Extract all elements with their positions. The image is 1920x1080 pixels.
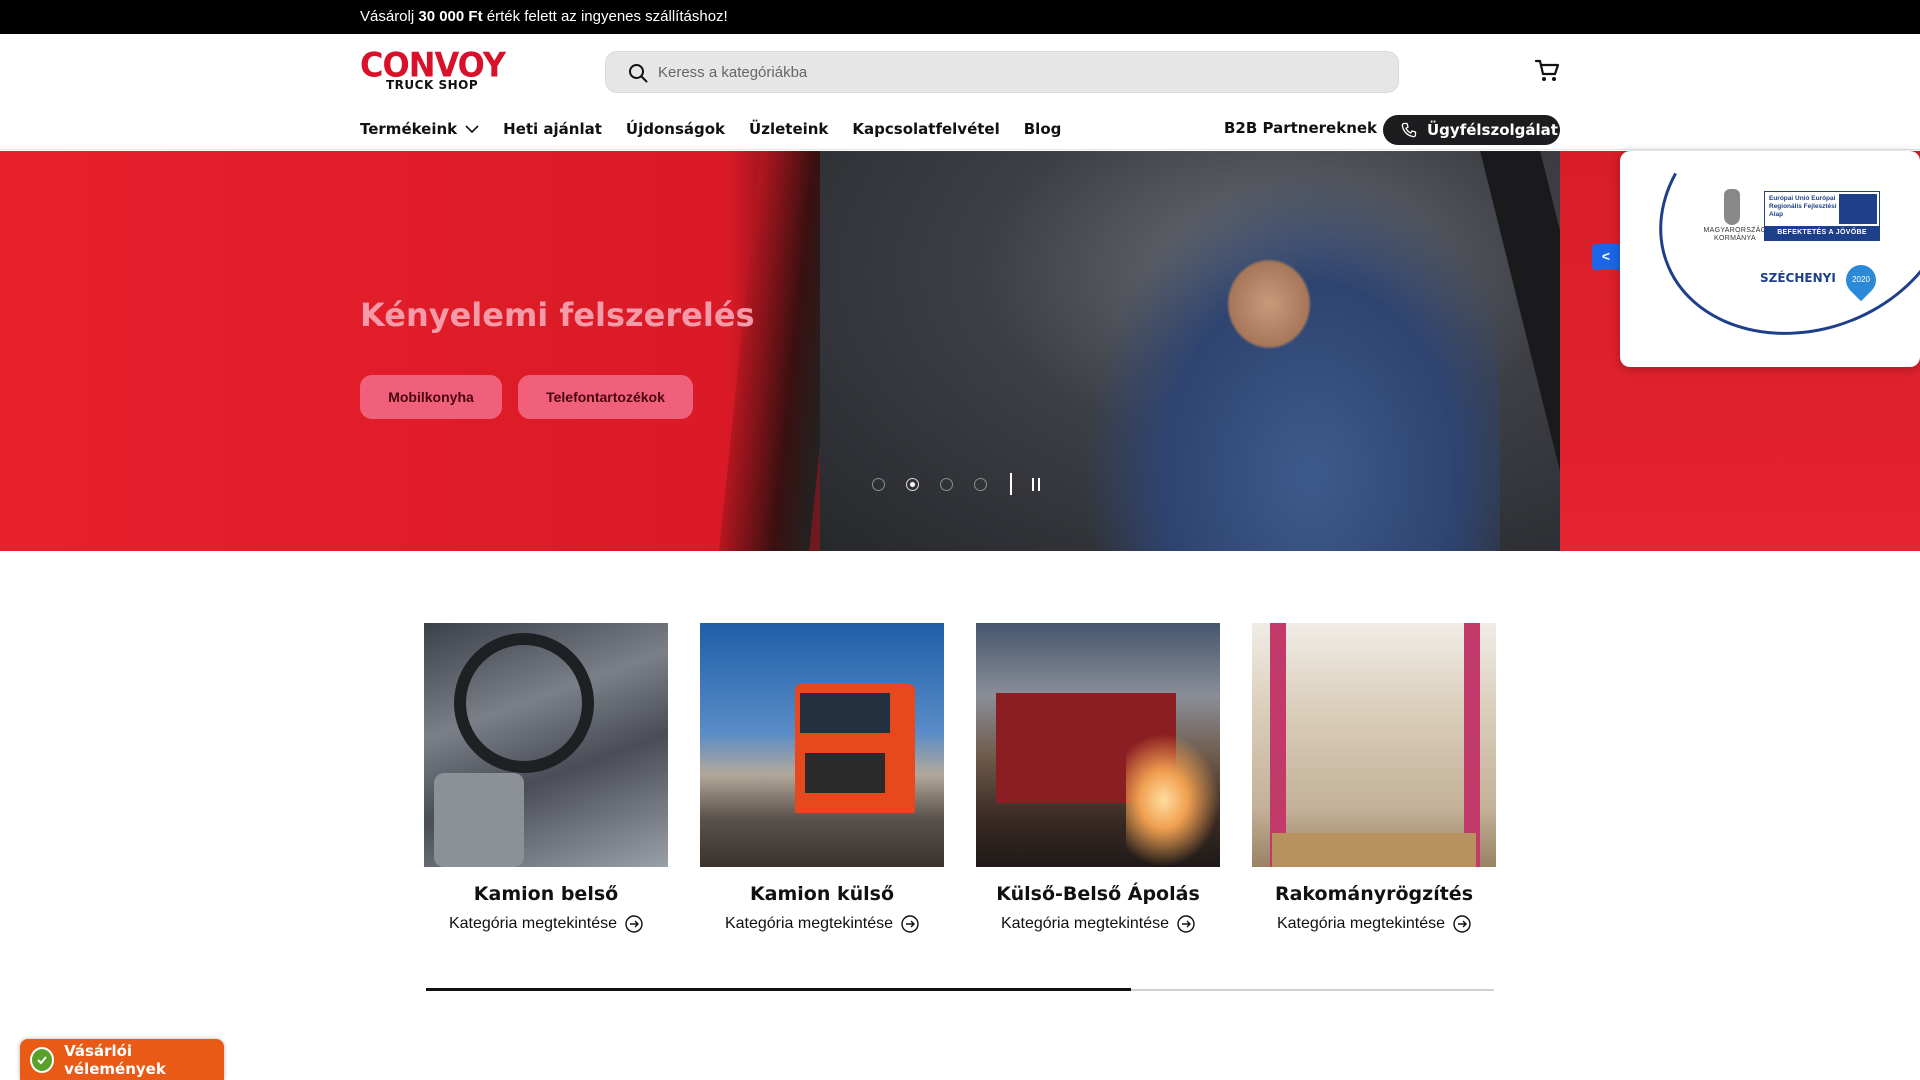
category-link[interactable]: Kategória megtekintése	[424, 915, 668, 933]
nav-item-new-arrivals[interactable]: Újdonságok	[626, 120, 725, 138]
category-link[interactable]: Kategória megtekintése	[1252, 915, 1496, 933]
arrow-circle-icon	[1453, 915, 1471, 933]
search-icon	[629, 64, 648, 83]
category-title[interactable]: Kamion külső	[700, 883, 944, 905]
slideshow-controls	[872, 473, 1044, 495]
announcement-text: Vásárolj 30 000 Ft érték felett az ingye…	[360, 8, 728, 25]
nav-item-stores[interactable]: Üzleteink	[749, 120, 828, 138]
slide-dot-4[interactable]	[974, 477, 987, 491]
hero-button-phone-accessories[interactable]: Telefontartozékok	[518, 375, 693, 419]
eu-logo: Európai Unió Európai Regionális Fejleszt…	[1764, 191, 1880, 241]
hero-title: Kényelemi felszerelés	[360, 296, 755, 334]
category-card[interactable]: Kamion belső Kategória megtekintése	[424, 623, 668, 933]
coat-of-arms-icon	[1724, 189, 1740, 225]
szechenyi-badge[interactable]: MAGYARORSZÁG KORMÁNYA Európai Unió Európ…	[1620, 46, 1920, 376]
b2b-link[interactable]: B2B Partnereknek	[1224, 119, 1377, 137]
cart-icon[interactable]	[1533, 56, 1561, 84]
category-image-truck-exterior[interactable]	[700, 623, 944, 867]
search-bar[interactable]	[605, 51, 1399, 93]
nav-item-weekly-offer[interactable]: Heti ajánlat	[503, 120, 602, 138]
eu-flag-icon	[1839, 194, 1877, 224]
search-input[interactable]	[658, 52, 1378, 92]
arrow-circle-icon	[1177, 915, 1195, 933]
category-card[interactable]: Rakományrögzítés Kategória megtekintése	[1252, 623, 1496, 933]
szechenyi-pin-icon: 2020	[1839, 258, 1883, 302]
carousel-scrollbar-thumb[interactable]	[426, 988, 1131, 991]
pause-icon[interactable]	[1032, 477, 1044, 491]
category-image-care[interactable]	[976, 623, 1220, 867]
szechenyi-label: SZÉCHENYI	[1760, 271, 1836, 285]
slide-dot-1[interactable]	[872, 477, 885, 491]
nav-item-blog[interactable]: Blog	[1024, 120, 1062, 138]
slide-dot-2[interactable]	[906, 477, 919, 491]
hero-button-mobile-kitchen[interactable]: Mobilkonyha	[360, 375, 502, 419]
site-header: CONVOY TRUCK SHOP Termékeink Heti ajánla…	[0, 34, 1920, 150]
announcement-bar: Vásárolj 30 000 Ft érték felett az ingye…	[0, 0, 1920, 34]
nav-item-contact[interactable]: Kapcsolatfelvétel	[852, 120, 999, 138]
eu-text: Európai Unió Európai Regionális Fejleszt…	[1769, 195, 1837, 218]
chevron-down-icon	[465, 125, 479, 134]
gov-text: MAGYARORSZÁG KORMÁNYA	[1703, 227, 1767, 242]
category-title[interactable]: Kamion belső	[424, 883, 668, 905]
eu-bar: BEFEKTETÉS A JÖVŐBE	[1765, 226, 1879, 240]
convoy-logo[interactable]: CONVOY TRUCK SHOP	[360, 45, 506, 92]
reviews-widget[interactable]: Vásárlói vélemények	[20, 1039, 224, 1080]
phone-icon	[1401, 122, 1417, 138]
category-link[interactable]: Kategória megtekintése	[700, 915, 944, 933]
next-section-heading-peek	[360, 1068, 560, 1080]
controls-divider	[1010, 473, 1012, 495]
slide-dot-3[interactable]	[940, 477, 953, 491]
support-label: Ügyfélszolgálat	[1427, 121, 1558, 139]
category-card[interactable]: Kamion külső Kategória megtekintése	[700, 623, 944, 933]
arrow-circle-icon	[625, 915, 643, 933]
category-image-truck-interior[interactable]	[424, 623, 668, 867]
carousel-scrollbar[interactable]	[426, 988, 1494, 991]
main-nav: Termékeink Heti ajánlat Újdonságok Üzlet…	[360, 117, 1085, 141]
badge-collapse-button[interactable]: <	[1592, 244, 1620, 270]
category-title[interactable]: Külső-Belső Ápolás	[976, 883, 1220, 905]
support-button[interactable]: Ügyfélszolgálat	[1383, 115, 1560, 145]
check-icon	[30, 1046, 55, 1073]
arrow-circle-icon	[901, 915, 919, 933]
category-title[interactable]: Rakományrögzítés	[1252, 883, 1496, 905]
nav-item-products[interactable]: Termékeink	[360, 120, 479, 138]
reviews-label: Vásárlói vélemények	[64, 1041, 166, 1078]
category-image-cargo-securing[interactable]	[1252, 623, 1496, 867]
category-card[interactable]: Külső-Belső Ápolás Kategória megtekintés…	[976, 623, 1220, 933]
category-link[interactable]: Kategória megtekintése	[976, 915, 1220, 933]
hero-image-driver	[1080, 171, 1500, 551]
